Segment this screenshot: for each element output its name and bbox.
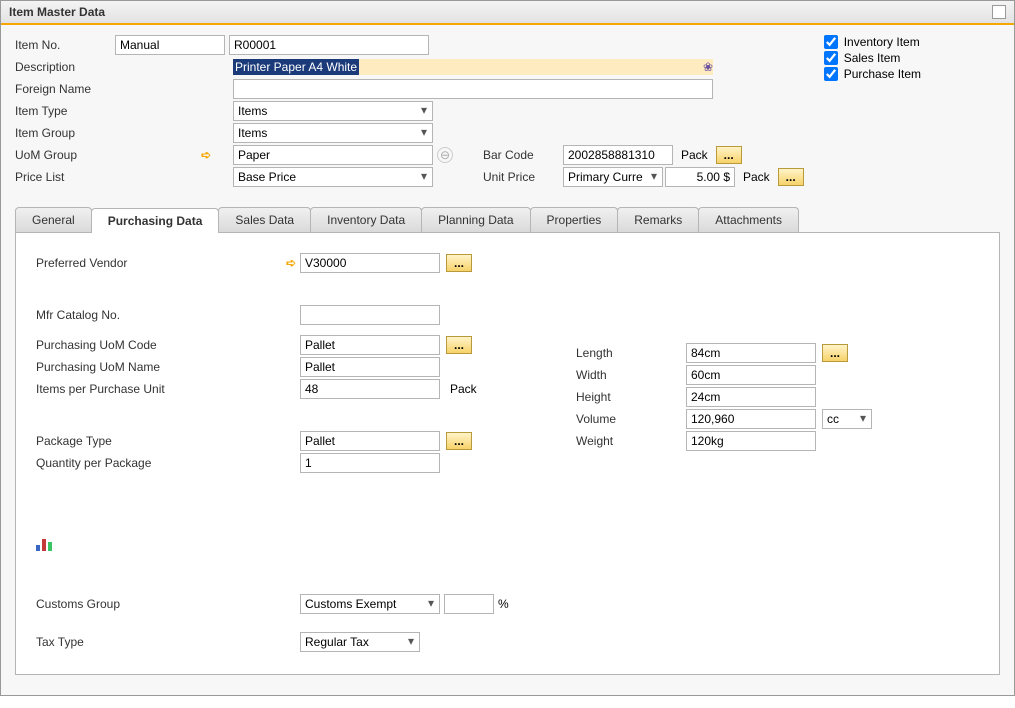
- pref-vendor-field[interactable]: [300, 253, 440, 273]
- items-per-unit-field: [300, 379, 440, 399]
- globe-icon[interactable]: ❀: [703, 60, 713, 74]
- tax-type-label: Tax Type: [36, 635, 300, 649]
- tab-planning-data[interactable]: Planning Data: [421, 207, 530, 232]
- clear-icon[interactable]: ⊖: [437, 147, 453, 163]
- item-type-select[interactable]: [233, 101, 433, 121]
- item-no-field[interactable]: [229, 35, 429, 55]
- unitprice-unit: Pack: [743, 170, 770, 184]
- customs-group-label: Customs Group: [36, 597, 300, 611]
- unitprice-field[interactable]: [665, 167, 735, 187]
- unitprice-currency-select[interactable]: [563, 167, 663, 187]
- width-field[interactable]: [686, 365, 816, 385]
- height-field[interactable]: [686, 387, 816, 407]
- tab-attachments[interactable]: Attachments: [698, 207, 799, 232]
- sales-item-label: Sales Item: [844, 51, 901, 65]
- barcode-field[interactable]: [563, 145, 673, 165]
- tab-inventory-data[interactable]: Inventory Data: [310, 207, 422, 232]
- tab-body-purchasing: Preferred Vendor ➪ ... Mfr Catalog No. P…: [15, 233, 1000, 675]
- volume-unit-select[interactable]: [822, 409, 872, 429]
- length-field[interactable]: [686, 343, 816, 363]
- sales-item-checkbox[interactable]: [824, 51, 838, 65]
- inventory-item-checkbox[interactable]: [824, 35, 838, 49]
- volume-field[interactable]: [686, 409, 816, 429]
- unitprice-browse-button[interactable]: ...: [778, 168, 804, 186]
- puom-name-field: [300, 357, 440, 377]
- weight-label: Weight: [576, 434, 686, 448]
- tab-general[interactable]: General: [15, 207, 92, 232]
- pref-vendor-browse-button[interactable]: ...: [446, 254, 472, 272]
- package-type-field[interactable]: [300, 431, 440, 451]
- tab-properties[interactable]: Properties: [530, 207, 619, 232]
- length-browse-button[interactable]: ...: [822, 344, 848, 362]
- uom-group-label: UoM Group: [15, 148, 115, 162]
- length-label: Length: [576, 346, 686, 360]
- item-group-select[interactable]: [233, 123, 433, 143]
- foreign-name-field[interactable]: [233, 79, 713, 99]
- item-group-label: Item Group: [15, 126, 115, 140]
- package-type-browse-button[interactable]: ...: [446, 432, 472, 450]
- titlebar: Item Master Data: [1, 1, 1014, 25]
- pref-vendor-label: Preferred Vendor: [36, 256, 196, 270]
- percent-sign: %: [498, 597, 509, 611]
- puom-code-browse-button[interactable]: ...: [446, 336, 472, 354]
- mfr-catalog-field[interactable]: [300, 305, 440, 325]
- pricelist-select[interactable]: [233, 167, 433, 187]
- tabs: General Purchasing Data Sales Data Inven…: [15, 207, 1000, 233]
- description-label: Description: [15, 60, 115, 74]
- weight-field[interactable]: [686, 431, 816, 451]
- tax-type-select[interactable]: [300, 632, 420, 652]
- volume-label: Volume: [576, 412, 686, 426]
- pricelist-label: Price List: [15, 170, 115, 184]
- qty-per-package-field: [300, 453, 440, 473]
- uom-group-field[interactable]: [233, 145, 433, 165]
- description-field[interactable]: Printer Paper A4 White ❀: [233, 59, 713, 75]
- puom-name-label: Purchasing UoM Name: [36, 360, 300, 374]
- items-per-unit-suffix: Pack: [450, 382, 477, 396]
- puom-code-label: Purchasing UoM Code: [36, 338, 300, 352]
- item-master-window: Item Master Data Item No. Description Pr…: [0, 0, 1015, 696]
- barcode-label: Bar Code: [483, 148, 563, 162]
- item-no-label: Item No.: [15, 38, 115, 52]
- window-title: Item Master Data: [9, 5, 105, 19]
- item-type-label: Item Type: [15, 104, 115, 118]
- item-no-mode[interactable]: [115, 35, 225, 55]
- package-type-label: Package Type: [36, 434, 300, 448]
- inventory-item-label: Inventory Item: [844, 35, 920, 49]
- link-arrow-icon[interactable]: ➪: [201, 148, 211, 162]
- maximize-icon[interactable]: [992, 5, 1006, 19]
- tab-purchasing-data[interactable]: Purchasing Data: [91, 208, 220, 233]
- width-label: Width: [576, 368, 686, 382]
- purchase-item-checkbox[interactable]: [824, 67, 838, 81]
- tab-remarks[interactable]: Remarks: [617, 207, 699, 232]
- qty-per-package-label: Quantity per Package: [36, 456, 300, 470]
- puom-code-field[interactable]: [300, 335, 440, 355]
- tab-sales-data[interactable]: Sales Data: [218, 207, 311, 232]
- height-label: Height: [576, 390, 686, 404]
- purchase-item-label: Purchase Item: [844, 67, 921, 81]
- mfr-catalog-label: Mfr Catalog No.: [36, 308, 300, 322]
- items-per-unit-label: Items per Purchase Unit: [36, 382, 300, 396]
- barcode-browse-button[interactable]: ...: [716, 146, 742, 164]
- link-arrow-icon[interactable]: ➪: [196, 256, 296, 270]
- description-value: Printer Paper A4 White: [233, 59, 359, 75]
- unitprice-label: Unit Price: [483, 170, 563, 184]
- barcode-unit: Pack: [681, 148, 708, 162]
- customs-group-select[interactable]: [300, 594, 440, 614]
- chart-icon[interactable]: [36, 535, 54, 551]
- customs-percent-field: [444, 594, 494, 614]
- foreign-name-label: Foreign Name: [15, 82, 115, 96]
